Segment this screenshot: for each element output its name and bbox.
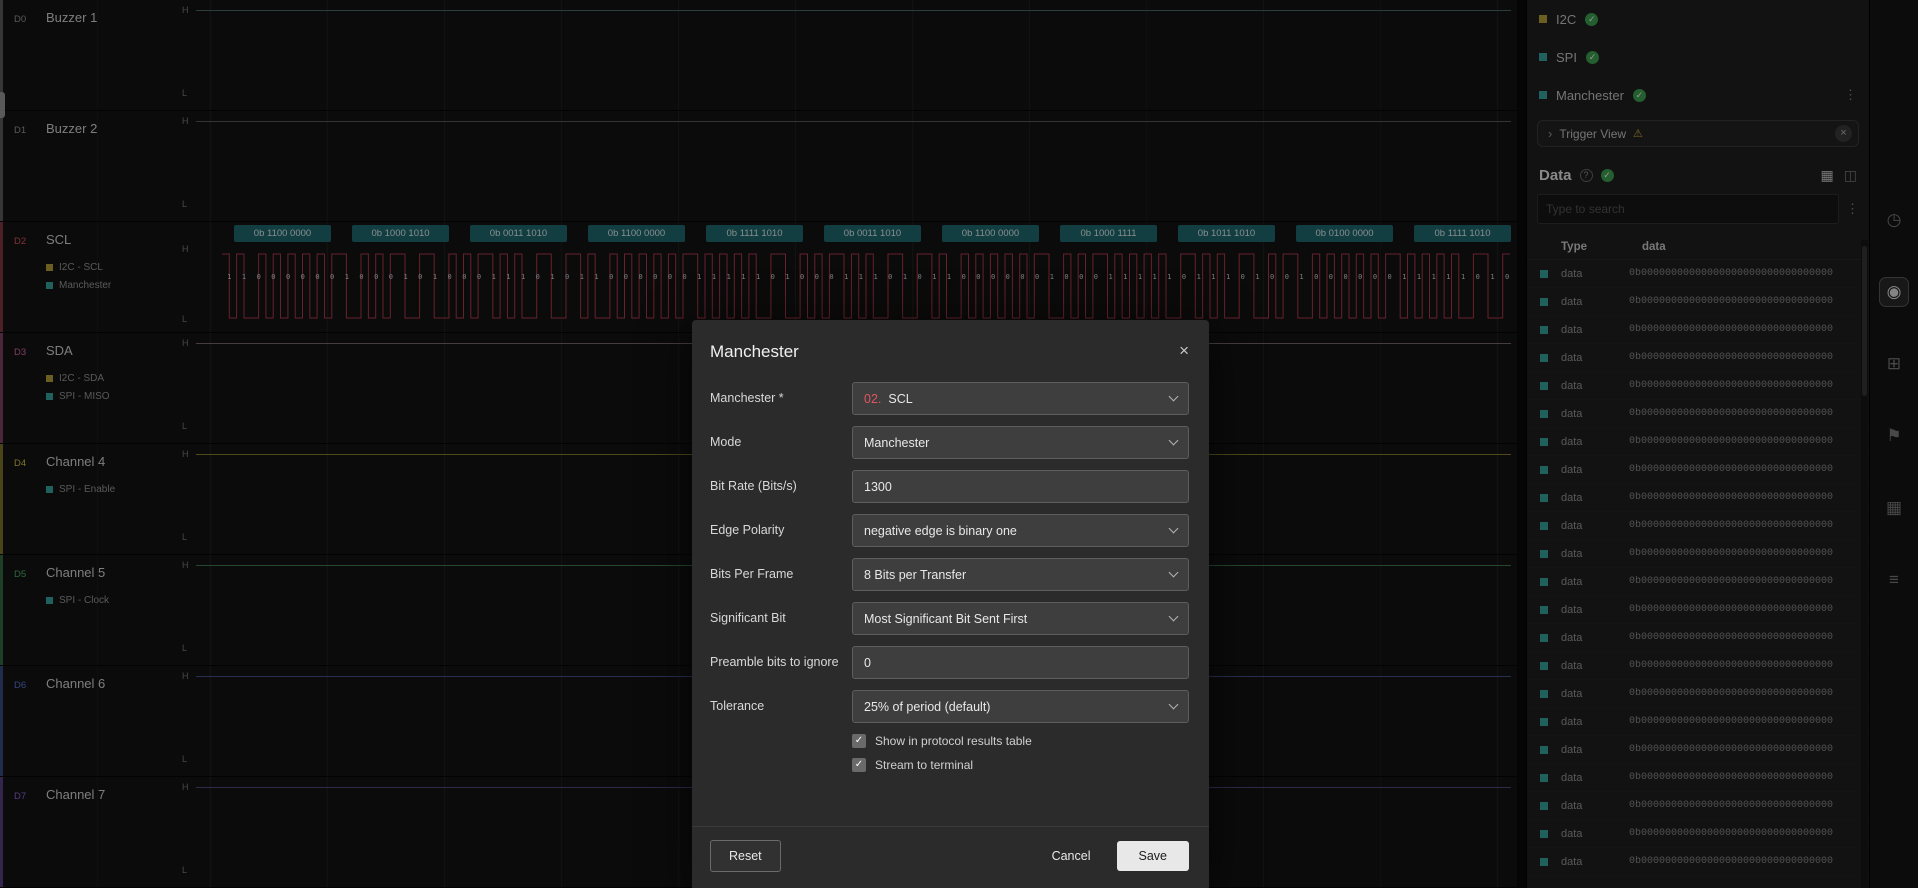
field-label: Significant Bit — [710, 610, 786, 625]
select-value: 25% of period (default) — [864, 700, 990, 714]
chevron-down-icon — [1168, 523, 1179, 534]
field-label: Bit Rate (Bits/s) — [710, 478, 797, 493]
modal-field-row: Mode Manchester — [710, 426, 1189, 459]
select-text: Manchester — [864, 435, 930, 450]
field-select-0[interactable]: 02. SCL — [852, 382, 1189, 415]
checkbox-0[interactable]: ✓ — [852, 734, 866, 748]
select-text: negative edge is binary one — [864, 523, 1017, 538]
checkbox-label: Stream to terminal — [875, 758, 974, 772]
field-select-4[interactable]: 8 Bits per Transfer — [852, 558, 1189, 591]
save-button[interactable]: Save — [1116, 841, 1189, 871]
field-label: Preamble bits to ignore — [710, 654, 839, 669]
field-label: Mode — [710, 434, 742, 449]
reset-button[interactable]: Reset — [710, 840, 781, 872]
modal-title: Manchester — [710, 342, 799, 361]
manchester-settings-dialog: Manchester × Manchester * 02. SCL Mode Manch… — [692, 320, 1209, 888]
modal-body: Manchester * 02. SCL Mode Manchester Bit Rate… — [692, 378, 1209, 772]
field-label: Bits Per Frame — [710, 566, 794, 581]
modal-field-row: Preamble bits to ignore — [710, 646, 1189, 679]
field-select-7[interactable]: 25% of period (default) — [852, 690, 1189, 723]
close-icon[interactable]: × — [1179, 342, 1189, 359]
chevron-down-icon — [1168, 699, 1179, 710]
checkbox-label: Show in protocol results table — [875, 734, 1032, 748]
cancel-button[interactable]: Cancel — [1038, 841, 1105, 871]
field-input-2[interactable] — [852, 470, 1189, 503]
modal-field-row: Bits Per Frame 8 Bits per Transfer — [710, 558, 1189, 591]
select-value: negative edge is binary one — [864, 524, 1017, 538]
modal-footer: Reset Cancel Save — [692, 826, 1209, 888]
modal-field-row: Significant Bit Most Significant Bit Sent… — [710, 602, 1189, 635]
select-value: 8 Bits per Transfer — [864, 568, 966, 582]
modal-field-row: Edge Polarity negative edge is binary one — [710, 514, 1189, 547]
field-select-3[interactable]: negative edge is binary one — [852, 514, 1189, 547]
chevron-down-icon — [1168, 391, 1179, 402]
select-text: 8 Bits per Transfer — [864, 567, 967, 582]
field-select-1[interactable]: Manchester — [852, 426, 1189, 459]
logic-analyzer-app: D0 Buzzer 1 H L D1 Buzzer 2 H L D2 SCL I2C - SCL Ma… — [0, 0, 1918, 888]
chevron-down-icon — [1168, 611, 1179, 622]
checkbox-1[interactable]: ✓ — [852, 758, 866, 772]
modal-header: Manchester × — [692, 320, 1209, 378]
field-label: Manchester * — [710, 390, 784, 405]
modal-field-row: Manchester * 02. SCL — [710, 382, 1189, 415]
chevron-down-icon — [1168, 435, 1179, 446]
select-text: SCL — [888, 391, 913, 406]
field-label: Edge Polarity — [710, 522, 785, 537]
chevron-down-icon — [1168, 567, 1179, 578]
channel-number-prefix: 02. — [864, 391, 882, 406]
field-label: Tolerance — [710, 698, 765, 713]
modal-checkbox-row: ✓ Show in protocol results table — [852, 734, 1189, 748]
field-input-6[interactable] — [852, 646, 1189, 679]
select-value: Most Significant Bit Sent First — [864, 612, 1027, 626]
modal-checkbox-row: ✓ Stream to terminal — [852, 758, 1189, 772]
select-text: Most Significant Bit Sent First — [864, 611, 1028, 626]
select-value: 02. SCL — [864, 392, 913, 406]
modal-field-row: Tolerance 25% of period (default) — [710, 690, 1189, 723]
field-select-5[interactable]: Most Significant Bit Sent First — [852, 602, 1189, 635]
select-text: 25% of period (default) — [864, 699, 991, 714]
select-value: Manchester — [864, 436, 929, 450]
modal-field-row: Bit Rate (Bits/s) — [710, 470, 1189, 503]
